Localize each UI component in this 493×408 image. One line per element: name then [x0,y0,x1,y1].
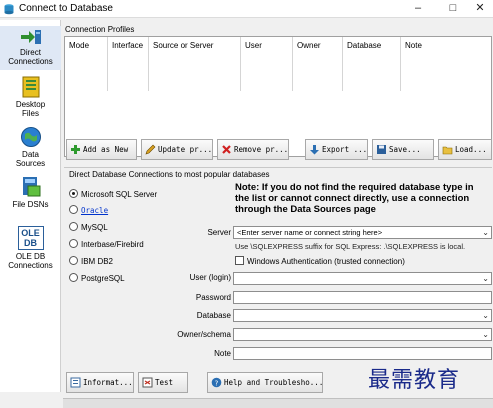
remove-profile-button[interactable]: Remove pr... [217,139,289,160]
column-header-mode[interactable]: Mode [65,37,108,91]
sidebar-item-label: Sources [15,159,46,168]
load-button[interactable]: Load... [438,139,492,160]
radio-ibm-db2[interactable]: IBM DB2 [69,256,113,266]
column-header-interface[interactable]: Interface [108,37,149,91]
column-header-note[interactable]: Note [401,37,491,91]
connection-profiles-label: Connection Profiles [65,25,135,34]
info-icon [70,377,81,388]
password-input[interactable] [233,291,492,304]
database-input[interactable]: ⌄ [233,309,492,322]
owner-schema-input[interactable]: ⌄ [233,328,492,341]
profile-toolbar: Add as New Update pr... Remove pr... Exp… [64,139,492,161]
help-icon: ? [211,377,222,387]
direct-connections-icon [20,30,41,44]
server-label: Server [207,228,231,237]
pencil-icon [145,144,156,155]
sidebar-item-label: Files [22,109,39,118]
chevron-down-icon[interactable]: ⌄ [482,329,489,340]
database-label: Database [196,311,231,320]
open-folder-icon [442,146,453,155]
add-as-new-button[interactable]: Add as New [66,139,137,160]
chevron-down-icon[interactable]: ⌄ [482,273,489,284]
update-profile-button[interactable]: Update pr... [141,139,213,160]
help-troubleshooting-button[interactable]: ? Help and Troublesho... [207,372,323,393]
sidebar-item-label: Desktop [15,100,46,109]
sidebar-item-label: Direct [20,48,41,57]
radio-postgresql[interactable]: PostgreSQL [69,273,125,283]
column-header-source[interactable]: Source or Server [149,37,241,91]
server-input[interactable]: <Enter server name or connect string her… [233,226,492,239]
sidebar-item-data-sources[interactable]: Data Sources [0,126,61,172]
close-button[interactable]: ✕ [467,0,493,18]
profiles-header: Mode Interface Source or Server User Own… [65,37,491,91]
test-button[interactable]: Test [138,372,188,393]
owner-schema-label: Owner/schema [177,330,231,339]
main-panel: Connection Profiles Mode Interface Sourc… [63,20,493,400]
ole-db-icon: OLE DB [17,226,44,250]
export-button[interactable]: Export ... [305,139,368,160]
floppy-disk-icon [377,145,386,154]
export-arrow-icon [310,145,319,155]
user-label: User (login) [189,273,231,282]
note-label: Note [214,349,231,358]
windows-auth-checkbox[interactable]: Windows Authentication (trusted connecti… [235,256,405,266]
column-header-database[interactable]: Database [343,37,401,91]
maximize-button[interactable]: □ [440,0,466,18]
sqlexpress-hint: Use \SQLEXPRESS suffix for SQL Express: … [235,242,466,251]
sidebar-item-file-dsns[interactable]: File DSNs [0,176,61,212]
direct-connections-label: Direct Database Connections to most popu… [69,170,270,179]
sidebar-item-direct-connections[interactable]: Direct Connections [0,26,61,70]
chevron-down-icon[interactable]: ⌄ [482,310,489,321]
radio-oracle[interactable]: Oracle [69,205,108,215]
radio-interbase[interactable]: Interbase/Firebird [69,239,144,249]
svg-text:?: ? [215,379,219,387]
file-dsns-icon [22,177,40,197]
test-icon [142,377,153,388]
column-header-user[interactable]: User [241,37,293,91]
sidebar-item-label: File DSNs [12,200,49,209]
background-window-strip [63,398,493,408]
title-bar: Connect to Database – □ ✕ [0,0,493,18]
information-button[interactable]: Informat... [66,372,134,393]
watermark: 最需教育 [368,368,461,393]
save-button[interactable]: Save... [372,139,434,160]
sidebar: Direct Connections Desktop Files Data So… [0,20,61,392]
sidebar-item-label: Connections [8,57,53,66]
chevron-down-icon[interactable]: ⌄ [482,227,489,238]
column-header-owner[interactable]: Owner [293,37,343,91]
plus-icon [71,145,80,154]
note-input[interactable] [233,347,492,360]
sidebar-item-label: Data [22,150,39,159]
sidebar-item-desktop-files[interactable]: Desktop Files [0,76,61,120]
password-label: Password [195,293,231,302]
radio-mysql[interactable]: MySQL [69,222,108,232]
radio-mssql[interactable]: Microsoft SQL Server [69,189,157,199]
data-sources-icon [20,127,41,147]
database-app-icon [4,4,14,15]
sidebar-item-ole-db[interactable]: OLE DB OLE DB Connections [0,226,61,276]
sidebar-item-label: Connections [8,261,53,270]
sidebar-item-label: OLE DB [15,252,46,261]
minimize-button[interactable]: – [405,0,431,18]
user-input[interactable]: ⌄ [233,272,492,285]
delete-x-icon [222,145,231,154]
database-type-note: Note: If you do not find the required da… [235,182,474,215]
desktop-files-icon [22,76,39,98]
window-title: Connect to Database [19,3,113,14]
